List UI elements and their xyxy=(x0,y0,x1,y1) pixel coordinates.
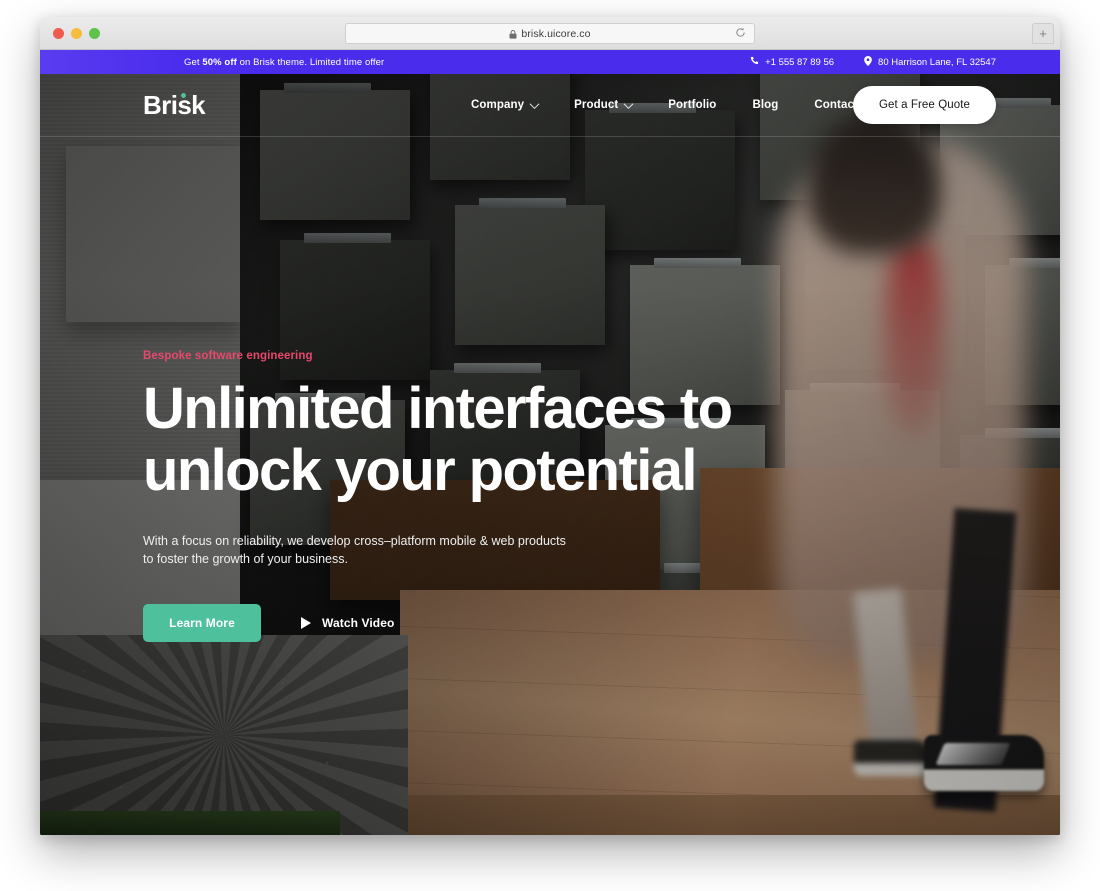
hero-section: Bespoke software engineering Unlimited i… xyxy=(143,350,763,642)
map-pin-icon xyxy=(864,55,872,69)
nav-divider xyxy=(40,136,1060,137)
promo-phone-number: +1 555 87 89 56 xyxy=(765,56,835,68)
nav-links: Company Product Portfolio Blog Contact xyxy=(453,98,876,111)
promo-phone[interactable]: +1 555 87 89 56 xyxy=(750,56,834,68)
lock-icon xyxy=(509,26,517,44)
promo-suffix: on Brisk theme. Limited time offer xyxy=(236,56,385,68)
promo-address[interactable]: 80 Harrison Lane, FL 32547 xyxy=(864,55,996,69)
nav-item-product-label: Product xyxy=(574,99,619,111)
nav-item-portfolio-label: Portfolio xyxy=(668,99,717,111)
chevron-down-icon xyxy=(623,98,634,109)
hero-headline: Unlimited interfaces to unlock your pote… xyxy=(143,376,733,503)
promo-discount: 50% off xyxy=(202,56,237,68)
nav-item-portfolio[interactable]: Portfolio xyxy=(650,99,734,111)
minimize-window-button[interactable] xyxy=(71,28,82,39)
promo-contact-group: +1 555 87 89 56 80 Harrison Lane, FL 325… xyxy=(750,55,996,69)
watch-video-button[interactable]: Watch Video xyxy=(301,616,394,630)
maximize-window-button[interactable] xyxy=(89,28,100,39)
browser-chrome: brisk.uicore.co + xyxy=(40,17,1060,50)
address-bar-url: brisk.uicore.co xyxy=(521,27,591,40)
close-window-button[interactable] xyxy=(53,28,64,39)
watch-video-label: Watch Video xyxy=(322,616,395,630)
nav-item-product[interactable]: Product xyxy=(556,98,650,111)
window-traffic-lights xyxy=(53,28,100,39)
promo-address-text: 80 Harrison Lane, FL 32547 xyxy=(878,56,996,68)
get-free-quote-button[interactable]: Get a Free Quote xyxy=(853,86,996,124)
hero-actions: Learn More Watch Video xyxy=(143,604,763,642)
site-navigation: Brisk Company Product Portfolio Blog Con… xyxy=(40,74,1060,136)
hero-subhead: With a focus on reliability, we develop … xyxy=(143,534,566,566)
nav-item-company[interactable]: Company xyxy=(453,98,556,111)
browser-window: brisk.uicore.co + Get 50% off on Brisk t… xyxy=(40,17,1060,835)
chevron-down-icon xyxy=(529,98,540,109)
promo-message: Get 50% off on Brisk theme. Limited time… xyxy=(184,57,384,68)
nav-item-blog-label: Blog xyxy=(752,99,779,111)
logo-dot-icon xyxy=(181,92,186,98)
page-viewport: Get 50% off on Brisk theme. Limited time… xyxy=(40,50,1060,835)
site-logo-text: Brisk xyxy=(143,89,206,120)
address-bar[interactable]: brisk.uicore.co xyxy=(345,23,755,44)
phone-icon xyxy=(750,56,759,68)
play-icon xyxy=(301,617,311,629)
nav-item-blog[interactable]: Blog xyxy=(734,99,796,111)
nav-item-company-label: Company xyxy=(471,99,525,111)
promo-prefix: Get xyxy=(184,56,203,68)
nav-item-contact-label: Contact xyxy=(814,99,858,111)
hero-eyebrow: Bespoke software engineering xyxy=(143,350,313,362)
site-logo[interactable]: Brisk xyxy=(143,89,206,121)
promo-bar: Get 50% off on Brisk theme. Limited time… xyxy=(40,50,1060,74)
new-tab-button[interactable]: + xyxy=(1032,23,1054,44)
reload-icon[interactable] xyxy=(735,25,746,43)
learn-more-button[interactable]: Learn More xyxy=(143,604,261,642)
